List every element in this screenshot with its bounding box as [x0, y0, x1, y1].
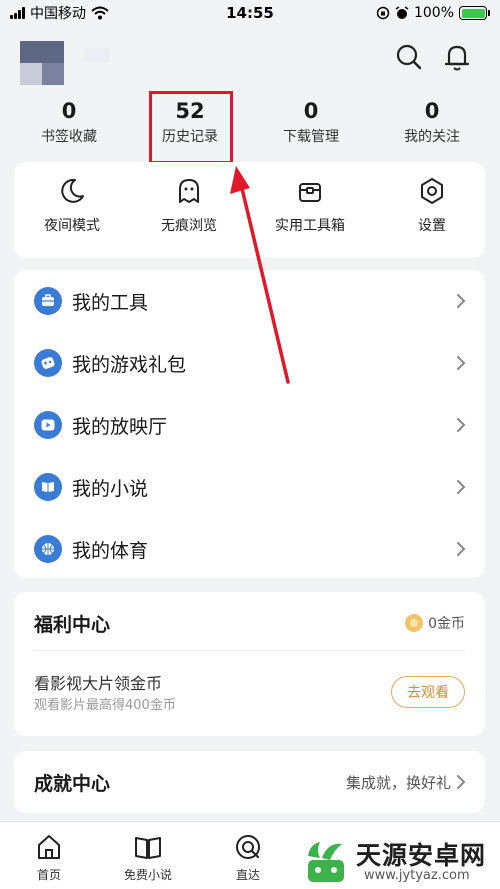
toolbox-icon: [34, 287, 62, 315]
achievement-title: 成就中心: [34, 773, 111, 795]
battery-percent: 100%: [413, 5, 454, 21]
quick-night-mode[interactable]: 夜间模式: [17, 176, 127, 235]
watermark-url: www.jytyaz.com: [364, 868, 470, 883]
quick-label: 无痕浏览: [161, 218, 217, 234]
stats-row: 0 书签收藏 52 历史记录 0 下载管理 0 我的关注: [0, 96, 500, 156]
moon-icon: [61, 178, 84, 203]
status-right: 100%: [376, 5, 490, 21]
ghost-icon: [179, 179, 199, 203]
compass-icon: [236, 835, 260, 859]
stat-value: 0: [424, 99, 440, 123]
task-title: 看影视大片领金币: [34, 674, 163, 693]
site-watermark: 天源安卓网 www.jytyaz.com: [298, 834, 498, 888]
stat-value: 0: [61, 99, 77, 123]
orientation-lock-icon: [376, 6, 390, 20]
open-book-icon: [135, 837, 161, 859]
achievement-card[interactable]: 成就中心 集成就，换好礼: [14, 751, 485, 813]
chevron-right-icon: [457, 356, 466, 370]
tab-direct[interactable]: 直达: [213, 832, 283, 883]
chevron-right-icon: [457, 480, 466, 494]
stat-following[interactable]: 0 我的关注: [382, 96, 482, 148]
menu-label: 我的小说: [72, 477, 149, 500]
username-blurred[interactable]: [84, 48, 110, 62]
gamepad-icon: [34, 349, 62, 377]
stat-label: 下载管理: [283, 129, 339, 145]
quick-incognito[interactable]: 无痕浏览: [134, 176, 244, 235]
highlight-annotation-box: [149, 91, 233, 164]
wifi-icon: [91, 6, 109, 20]
stat-label: 我的关注: [404, 129, 460, 145]
search-icon[interactable]: [392, 40, 426, 74]
menu-item-sports[interactable]: 我的体育: [14, 518, 485, 580]
menu-card: 我的工具 我的游戏礼包 我的放映厅 我的小说 我的体育: [14, 270, 485, 578]
watermark-logo: [308, 842, 344, 882]
signal-icon: [10, 7, 25, 19]
coin-balance[interactable]: 0金币: [405, 613, 465, 633]
menu-item-novels[interactable]: 我的小说: [14, 456, 485, 518]
home-icon: [38, 835, 60, 859]
alarm-icon: [395, 6, 409, 19]
quick-label: 设置: [418, 218, 446, 234]
stat-downloads[interactable]: 0 下载管理: [261, 96, 361, 148]
bell-icon[interactable]: [440, 40, 474, 74]
basketball-icon: [34, 535, 62, 563]
stat-label: 书签收藏: [41, 129, 97, 145]
tab-label: 免费小说: [123, 868, 172, 882]
chevron-right-icon: [457, 542, 466, 556]
settings-icon: [421, 178, 443, 204]
avatar[interactable]: [20, 41, 64, 85]
menu-label: 我的放映厅: [72, 415, 168, 438]
status-bar: 中国移动 14:55 100%: [0, 0, 500, 26]
quick-label: 实用工具箱: [275, 218, 345, 234]
chevron-right-icon: [457, 418, 466, 432]
tab-home[interactable]: 首页: [14, 832, 84, 883]
coin-amount: 0金币: [428, 616, 465, 632]
quick-toolbox[interactable]: 实用工具箱: [255, 176, 365, 235]
carrier-name: 中国移动: [30, 6, 86, 22]
quick-settings[interactable]: 设置: [377, 176, 487, 235]
achievement-link[interactable]: 集成就，换好礼: [346, 772, 451, 793]
menu-item-theater[interactable]: 我的放映厅: [14, 394, 485, 456]
book-icon: [34, 473, 62, 501]
task-description: 观看影片最高得400金币: [34, 698, 176, 713]
divider: [34, 650, 465, 651]
chevron-right-icon: [457, 775, 466, 789]
quick-actions-card: 夜间模式 无痕浏览 实用工具箱 设置: [14, 162, 485, 258]
stat-bookmarks[interactable]: 0 书签收藏: [19, 96, 119, 148]
profile-header: [0, 36, 500, 92]
tab-free-novels[interactable]: 免费小说: [113, 832, 183, 883]
menu-label: 我的游戏礼包: [72, 353, 187, 376]
welfare-card: 福利中心 0金币 看影视大片领金币 观看影片最高得400金币 去观看: [14, 592, 485, 736]
quick-label: 夜间模式: [44, 218, 100, 234]
status-left: 中国移动: [10, 3, 109, 23]
battery-icon: [459, 6, 490, 20]
welfare-title: 福利中心: [34, 614, 111, 636]
menu-item-game-gifts[interactable]: 我的游戏礼包: [14, 332, 485, 394]
menu-item-tools[interactable]: 我的工具: [14, 270, 485, 332]
watch-button[interactable]: 去观看: [391, 676, 465, 708]
stat-value: 0: [303, 99, 319, 123]
toolbox-icon: [299, 183, 321, 202]
menu-label: 我的体育: [72, 539, 149, 562]
menu-label: 我的工具: [72, 291, 149, 314]
coin-icon: [405, 614, 424, 632]
watermark-name: 天源安卓网: [356, 841, 487, 870]
tab-label: 直达: [235, 868, 260, 882]
chevron-right-icon: [457, 294, 466, 308]
play-icon: [34, 411, 62, 439]
tab-label: 首页: [36, 868, 61, 882]
